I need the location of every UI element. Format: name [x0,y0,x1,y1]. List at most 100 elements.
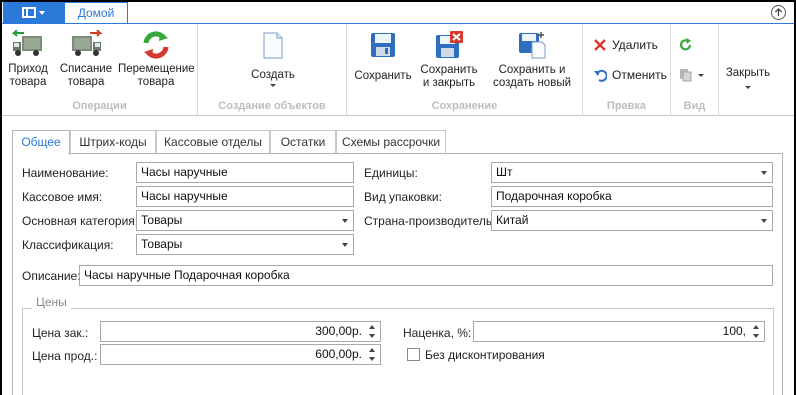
undo-button[interactable]: Отменить [593,68,667,82]
markup-field[interactable]: 100, [473,321,765,342]
markup-label: Наценка, %: [403,326,472,340]
sale-price-field[interactable]: 600,00р. [100,344,381,365]
move-goods-button[interactable]: Перемещение товара [118,27,195,89]
description-field[interactable]: Часы наручные Подарочная коробка [79,265,773,286]
chevron-down-icon [342,243,348,247]
name-field[interactable]: Часы наручные [136,162,354,183]
tab-general[interactable]: Общее [12,130,70,155]
save-new-label: Сохранить и создать новый [492,64,572,89]
units-select[interactable]: Шт [491,162,773,183]
ribbon-tab-strip: Домой [2,2,794,24]
chevron-down-icon [761,171,767,175]
category-select[interactable]: Товары [136,210,354,231]
create-label: Создать [251,69,295,81]
create-button[interactable]: Создать [228,27,318,87]
group-operations-label: Операции [72,100,127,112]
spin-up-icon [369,325,375,329]
chevron-down-icon [270,84,276,87]
classification-value: Товары [141,237,183,251]
spin-buttons[interactable] [752,323,761,340]
documents-icon [680,69,692,82]
spin-up-icon [369,348,375,352]
country-select[interactable]: Китай [491,210,773,231]
units-value: Шт [496,165,513,179]
units-label: Единицы: [364,166,418,180]
spin-up-icon [753,325,759,329]
chevron-down-icon [698,73,704,77]
sale-price-label: Цена прод.: [32,349,98,363]
cash-name-field[interactable]: Часы наручные [136,186,354,207]
save-new-button[interactable]: Сохранить и создать новый [487,27,577,90]
group-save: Сохранить Сохранить и закрыть Сохранить … [347,24,583,116]
group-create-label: Создание объектов [218,100,326,112]
writeoff-goods-label: Списание товара [59,63,113,88]
save-close-button[interactable]: Сохранить и закрыть [418,27,480,90]
save-new-icon [519,32,546,59]
sale-price-value: 600,00р. [315,347,362,361]
app-menu-icon [22,7,36,18]
tab-installments[interactable]: Схемы рассрочки [336,130,446,154]
group-edit: Удалить Отменить Правка [583,24,671,116]
spin-buttons[interactable] [368,346,377,363]
category-value: Товары [141,213,183,227]
prices-legend: Цены [32,295,71,309]
tab-stock[interactable]: Остатки [270,130,336,154]
no-discount-label: Без дисконтирования [425,348,545,362]
chevron-down-icon [745,86,751,89]
receive-goods-button[interactable]: Приход товара [4,27,52,89]
tab-home[interactable]: Домой [64,2,128,24]
markup-value: 100, [722,324,746,338]
close-button[interactable]: Закрыть [720,67,776,89]
chevron-down-icon [342,219,348,223]
delete-label: Удалить [612,38,658,52]
collapse-ribbon-button[interactable] [771,5,786,20]
cost-price-value: 300,00р. [315,324,362,338]
ribbon: Приход товара Списание товара Перемещени… [2,24,794,116]
tab-barcodes[interactable]: Штрих-коды [70,130,156,154]
writeoff-goods-button[interactable]: Списание товара [56,27,116,89]
package-label: Вид упаковки: [364,190,442,204]
truck-writeoff-icon [72,30,103,56]
spin-down-icon [369,334,375,338]
move-goods-label: Перемещение товара [118,63,195,88]
country-value: Китай [496,213,529,227]
refresh-button[interactable] [679,38,693,52]
app-menu-button[interactable] [3,2,64,23]
receive-goods-label: Приход товара [8,63,48,88]
group-view-label: Вид [683,100,706,112]
save-close-label: Сохранить и закрыть [420,64,478,89]
truck-receive-icon [11,30,42,56]
classification-select[interactable]: Товары [136,234,354,255]
group-save-label: Сохранение [431,100,498,112]
undo-icon [594,69,607,82]
cost-price-field[interactable]: 300,00р. [100,321,381,342]
classification-label: Классификация: [22,238,114,252]
refresh-icon [679,38,692,51]
chevron-down-icon [761,219,767,223]
cash-name-label: Кассовое имя: [22,190,103,204]
no-discount-checkbox[interactable] [407,348,420,361]
delete-button[interactable]: Удалить [593,38,658,52]
save-button[interactable]: Сохранить [351,27,415,83]
group-create: Создать Создание объектов [198,24,347,116]
spin-down-icon [369,357,375,361]
product-card-window: Домой Приход товара Списание товара Пере… [2,2,794,395]
save-label: Сохранить [354,70,412,82]
name-label: Наименование: [22,166,109,180]
spin-down-icon [753,334,759,338]
group-operations: Приход товара Списание товара Перемещени… [2,24,198,116]
category-label: Основная категория: [22,214,139,228]
delete-x-icon [594,39,606,51]
package-field[interactable]: Подарочная коробка [491,186,773,207]
cost-price-label: Цена зак.: [32,326,89,340]
spin-buttons[interactable] [368,323,377,340]
tab-cash-departments[interactable]: Кассовые отделы [156,130,270,154]
view-options-button[interactable] [679,68,704,82]
close-label: Закрыть [725,67,771,79]
country-label: Страна-производитель: [364,214,496,228]
arrow-up-icon [774,8,783,17]
refresh-arrows-icon [143,31,169,59]
group-edit-label: Правка [606,100,647,112]
group-view: Вид [671,24,719,116]
chevron-down-icon [39,10,45,15]
